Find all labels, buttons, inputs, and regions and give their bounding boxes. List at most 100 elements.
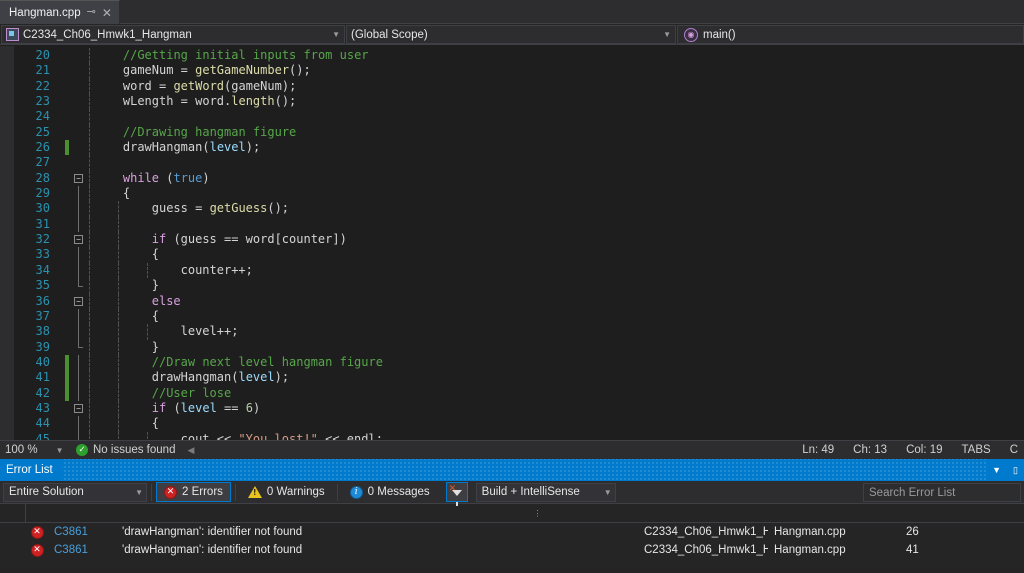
build-source-selector[interactable]: Build + IntelliSense ▼ bbox=[475, 482, 616, 502]
code-token: ) bbox=[252, 400, 261, 415]
pin-icon[interactable]: ⊸ bbox=[87, 7, 96, 18]
project-selector[interactable]: C2334_Ch06_Hmwk1_Hangman ▼ bbox=[1, 25, 345, 44]
code-line[interactable]: 34 counter++; bbox=[0, 262, 1024, 279]
search-error-list-input[interactable]: Search Error List bbox=[863, 483, 1021, 502]
change-bar-empty bbox=[65, 263, 69, 278]
zoom-level-label: 100 % bbox=[5, 444, 38, 456]
fold-collapse-icon[interactable]: − bbox=[74, 403, 83, 413]
code-line[interactable]: 24 bbox=[0, 109, 1024, 125]
code-line[interactable]: 23 wLength = word.length(); bbox=[0, 94, 1024, 110]
chevron-down-icon[interactable]: ▼ bbox=[986, 465, 1007, 475]
fold-collapse-icon[interactable]: − bbox=[74, 235, 83, 245]
scope-selector-label: (Global Scope) bbox=[351, 28, 428, 41]
code-line[interactable]: 35} bbox=[0, 278, 1024, 294]
change-bar-empty bbox=[65, 63, 69, 78]
code-token: while bbox=[122, 170, 167, 185]
code-token: } bbox=[151, 339, 159, 354]
solution-scope-selector[interactable]: Entire Solution ▼ bbox=[3, 482, 147, 502]
code-token: guess bbox=[151, 201, 196, 216]
cell-file: Hangman.cpp bbox=[774, 526, 846, 538]
messages-filter-button[interactable]: i 0 Messages bbox=[342, 482, 438, 502]
line-number: 41 bbox=[35, 370, 50, 385]
code-editor[interactable]: 20 //Getting initial inputs from user 21 ga… bbox=[0, 46, 1024, 440]
zoom-level-selector[interactable]: 100 % ▼ bbox=[0, 444, 68, 456]
change-bar-empty bbox=[65, 324, 69, 339]
code-token: { bbox=[151, 308, 159, 323]
cell-code[interactable]: C3861 bbox=[48, 523, 116, 541]
code-line[interactable]: 37 { bbox=[0, 308, 1024, 325]
indent-guide bbox=[89, 140, 90, 156]
code-line[interactable]: 40 //Draw next level hangman figure bbox=[0, 354, 1024, 371]
fold-collapse-icon[interactable]: − bbox=[74, 173, 83, 183]
cell-code[interactable]: C3861 bbox=[48, 541, 116, 559]
indent-guide bbox=[89, 109, 90, 125]
errors-filter-button[interactable]: ✕ 2 Errors bbox=[156, 482, 231, 502]
code-line[interactable]: 20 //Getting initial inputs from user bbox=[0, 48, 1024, 64]
code-line[interactable]: 21 gameNum = getGameNumber(); bbox=[0, 63, 1024, 79]
indent-guide bbox=[117, 431, 119, 440]
code-line[interactable]: 26 drawHangman(level); bbox=[0, 140, 1024, 156]
code-line[interactable]: 29 { bbox=[0, 186, 1024, 202]
code-line[interactable]: 32 − if (guess == word[counter]) bbox=[0, 232, 1024, 248]
code-text: counter++; bbox=[181, 263, 253, 278]
indent-guide bbox=[117, 416, 119, 432]
code-token: else bbox=[151, 293, 181, 308]
code-text: } bbox=[152, 278, 159, 293]
project-icon bbox=[6, 28, 19, 41]
column-header-select[interactable] bbox=[0, 503, 26, 523]
table-row[interactable]: ✕ C3861 'drawHangman': identifier not foun… bbox=[0, 541, 1024, 559]
method-icon: ◉ bbox=[684, 27, 698, 42]
code-area[interactable]: 20 //Getting initial inputs from user 21 ga… bbox=[0, 46, 1024, 440]
line-number: 31 bbox=[35, 216, 50, 231]
panel-drag-grip[interactable] bbox=[62, 459, 987, 481]
code-line[interactable]: 44 { bbox=[0, 416, 1024, 432]
code-line[interactable]: 43 − if (level == 6) bbox=[0, 400, 1024, 417]
clear-filter-button[interactable]: ✕ bbox=[445, 482, 468, 506]
code-token: true bbox=[173, 170, 203, 185]
code-line[interactable]: 31 bbox=[0, 216, 1024, 233]
code-line[interactable]: 22 word = getWord(gameNum); bbox=[0, 78, 1024, 95]
code-token: { bbox=[151, 247, 159, 262]
scope-selector[interactable]: (Global Scope) ▼ bbox=[346, 25, 676, 44]
code-token: ) bbox=[202, 170, 210, 185]
indent-guide bbox=[89, 293, 90, 309]
code-line[interactable]: 30 guess = getGuess(); bbox=[0, 201, 1024, 217]
code-token: //User lose bbox=[151, 385, 232, 400]
editor-tab-hangman-cpp[interactable]: Hangman.cpp ⊸ ✕ bbox=[0, 0, 120, 24]
code-token: //Getting initial inputs from user bbox=[122, 48, 369, 62]
issues-indicator[interactable]: ✓ No issues found bbox=[76, 444, 175, 456]
code-token: = bbox=[159, 78, 174, 93]
table-row[interactable]: ✕ C3861 'drawHangman': identifier not foun… bbox=[0, 523, 1024, 541]
code-line[interactable]: 42 //User lose bbox=[0, 385, 1024, 401]
code-line[interactable]: 27 bbox=[0, 155, 1024, 171]
code-line[interactable]: 45 cout << "You lost!" << endl; bbox=[0, 431, 1024, 440]
fold-guide-end bbox=[78, 285, 83, 287]
code-line[interactable]: 38 level++; bbox=[0, 324, 1024, 340]
indent-guide bbox=[117, 308, 119, 325]
code-line[interactable]: 39} bbox=[0, 339, 1024, 355]
change-bar-empty bbox=[65, 125, 69, 140]
fold-collapse-icon[interactable]: − bbox=[74, 296, 83, 306]
code-line[interactable]: 25 //Drawing hangman figure bbox=[0, 124, 1024, 141]
error-list-grid: ⋮ Code Description Project File Line Sup… bbox=[0, 503, 1024, 559]
line-number: 34 bbox=[35, 262, 50, 277]
column-header-severity[interactable]: ⋮ bbox=[26, 504, 1024, 523]
line-number: 35 bbox=[35, 278, 50, 293]
indent-guide bbox=[89, 124, 90, 141]
code-token: wLength = word. bbox=[122, 94, 232, 109]
close-icon[interactable]: ✕ bbox=[102, 7, 112, 19]
issue-nav-arrow-icon[interactable]: ◀ bbox=[187, 445, 194, 456]
code-line[interactable]: 36 − else bbox=[0, 293, 1024, 309]
code-line[interactable]: 28 − while (true) bbox=[0, 170, 1024, 187]
code-line[interactable]: 41 drawHangman(level); bbox=[0, 370, 1024, 386]
warnings-filter-button[interactable]: 0 Warnings bbox=[240, 482, 333, 502]
code-token: length bbox=[231, 94, 275, 109]
code-token: cout << bbox=[180, 431, 239, 440]
code-line[interactable]: 33 { bbox=[0, 247, 1024, 263]
panel-close-icon[interactable]: ▯ bbox=[1007, 465, 1024, 476]
code-text: if (level == 6) bbox=[152, 401, 260, 416]
member-selector[interactable]: ◉ main() bbox=[677, 25, 1024, 44]
indent-guide bbox=[117, 216, 119, 233]
change-bar-empty bbox=[65, 109, 69, 124]
fold-guide-line bbox=[78, 308, 79, 325]
